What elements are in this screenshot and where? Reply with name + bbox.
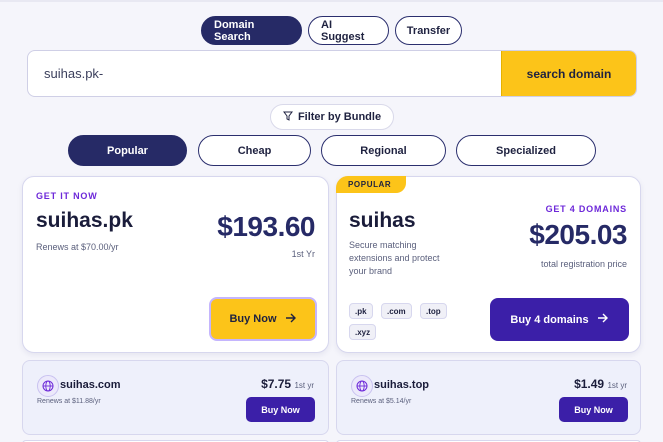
mini-price-value: $7.75 [261, 377, 292, 391]
mini-buy-now-button[interactable]: Buy Now [559, 397, 628, 422]
search-bar: search domain [27, 50, 637, 97]
mini-domain-card: suihas.top Renews at $5.14/yr $1.49 1st … [336, 360, 641, 435]
bundle-price: $205.03 [529, 219, 627, 250]
mode-tabs: Domain Search AI Suggest Transfer [201, 16, 462, 45]
card-renew-text: Renews at $70.00/yr [36, 242, 119, 252]
filter-icon [282, 111, 293, 124]
buy-now-label: Buy Now [229, 313, 277, 325]
filter-label: Filter by Bundle [297, 111, 382, 123]
mini-price-value: $1.49 [574, 377, 605, 391]
bundle-tab-specialized[interactable]: Specialized [456, 135, 596, 166]
bundle-price-note: total registration price [540, 259, 627, 269]
tld-chip-pk: .pk [349, 303, 373, 319]
domain-card-single: GET IT NOW suihas.pk Renews at $70.00/yr… [22, 176, 329, 353]
mini-domain-name: suihas.top [374, 379, 430, 391]
tab-ai-suggest[interactable]: AI Suggest [308, 16, 389, 45]
mini-domain-card: suihas.com Renews at $11.88/yr $7.75 1st… [22, 360, 329, 435]
mini-price: $1.49 1st yr [574, 377, 627, 391]
tld-chip-com: .com [381, 303, 412, 319]
tab-transfer[interactable]: Transfer [395, 16, 462, 45]
bundle-tab-popular[interactable]: Popular [68, 135, 187, 166]
buy-bundle-button[interactable]: Buy 4 domains [490, 298, 629, 341]
globe-icon [351, 375, 373, 397]
mini-price: $7.75 1st yr [261, 377, 314, 391]
mini-renew-text: Renews at $11.88/yr [37, 398, 101, 405]
arrow-right-icon [597, 313, 609, 326]
mini-renew-text: Renews at $5.14/yr [351, 398, 412, 405]
card-price: $193.60 [217, 211, 315, 242]
mini-buy-now-button[interactable]: Buy Now [246, 397, 315, 422]
tld-chip-top: .top [420, 303, 447, 319]
tab-domain-search[interactable]: Domain Search [201, 16, 302, 45]
top-divider [0, 0, 663, 2]
mini-price-period: 1st yr [607, 381, 627, 390]
card-period: 1st Yr [291, 249, 315, 259]
card-eyebrow: GET IT NOW [36, 191, 98, 201]
globe-icon [37, 375, 59, 397]
bundle-eyebrow: GET 4 DOMAINS [545, 204, 627, 214]
mini-domain-name: suihas.com [60, 379, 121, 391]
mini-price-period: 1st yr [294, 381, 314, 390]
bundle-description: Secure matching extensions and protect y… [349, 240, 440, 276]
search-domain-button[interactable]: search domain [501, 51, 636, 96]
domain-card-bundle: POPULAR GET 4 DOMAINS suihas Secure matc… [336, 176, 641, 353]
search-input[interactable] [28, 51, 501, 96]
tld-chip-xyz: .xyz [349, 324, 377, 340]
bundle-tab-cheap[interactable]: Cheap [198, 135, 311, 166]
popular-badge: POPULAR [336, 176, 406, 193]
arrow-right-icon [285, 313, 297, 326]
card-domain-name: suihas.pk [36, 209, 133, 232]
buy-now-button[interactable]: Buy Now [209, 297, 317, 341]
buy-bundle-label: Buy 4 domains [510, 313, 589, 326]
filter-by-bundle-button[interactable]: Filter by Bundle [270, 104, 394, 130]
bundle-name: suihas [349, 209, 416, 232]
bundle-tab-regional[interactable]: Regional [321, 135, 446, 166]
